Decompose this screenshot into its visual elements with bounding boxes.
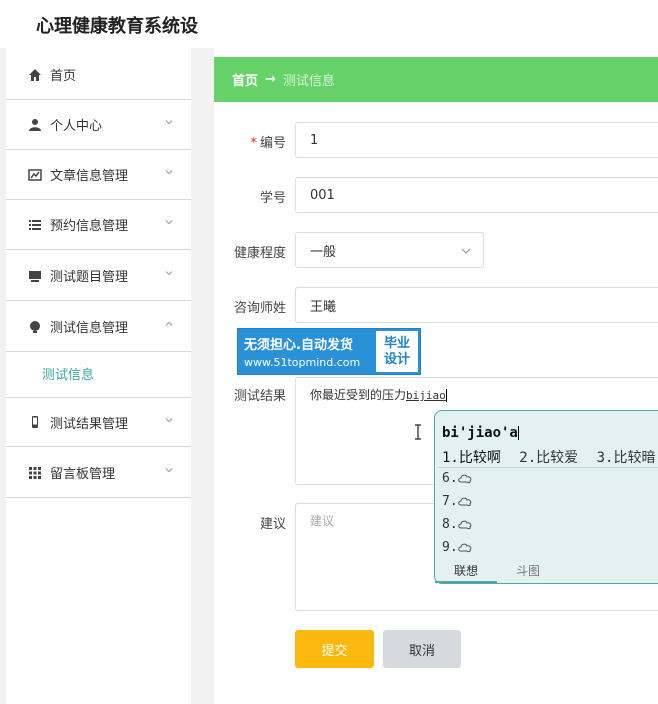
chevron-down-icon	[461, 248, 471, 254]
bianhao-input[interactable]: 1	[295, 122, 658, 158]
grid-icon	[28, 466, 42, 480]
breadcrumb: 首页 → 测试信息	[214, 57, 658, 102]
chevron-down-icon	[165, 220, 173, 225]
sidebar-subitem-label: 测试信息	[42, 367, 95, 383]
chevron-down-icon	[165, 170, 173, 175]
user-icon	[28, 118, 42, 132]
cancel-button[interactable]: 取消	[383, 630, 461, 668]
ad-banner-url: www.51topmind.com	[244, 356, 361, 369]
sidebar-item-article-management[interactable]: 文章信息管理	[6, 150, 191, 200]
ad-banner-badge-2: 设计	[383, 351, 410, 367]
ceshijieguo-label: 测试结果	[233, 389, 286, 404]
jianyi-placeholder: 建议	[310, 514, 335, 528]
required-mark: *	[250, 136, 257, 151]
cloud-icon	[457, 520, 471, 529]
ime-tab-meme[interactable]: 斗图	[497, 561, 559, 583]
chevron-down-icon	[165, 120, 173, 125]
submit-button[interactable]: 提交	[295, 630, 374, 668]
ime-candidate[interactable]: 1.比较啊	[442, 450, 501, 466]
top-bar: 心理健康教育系统设	[0, 0, 658, 48]
breadcrumb-arrow: →	[265, 72, 276, 87]
ime-emoji-slot[interactable]: 9.	[442, 540, 474, 555]
chevron-down-icon	[165, 271, 173, 276]
sidebar-item-question-management[interactable]: 测试题目管理	[6, 251, 191, 301]
chevron-down-icon	[165, 418, 173, 423]
chevron-up-icon	[165, 321, 173, 326]
chevron-down-icon	[165, 468, 173, 473]
sidebar-item-personal-center[interactable]: 个人中心	[6, 100, 191, 150]
home-icon	[28, 68, 42, 82]
sidebar-item-test-info-management[interactable]: 测试信息管理	[6, 302, 191, 352]
ime-composing-text: bijiao	[406, 389, 446, 402]
app-title: 心理健康教育系统设	[36, 16, 198, 37]
jianyi-label: 建议	[259, 517, 286, 532]
ime-candidate[interactable]: 2.比较爱	[519, 450, 578, 466]
text-cursor-icon	[415, 424, 421, 440]
breadcrumb-current: 测试信息	[282, 74, 335, 89]
ime-candidate-window: bi'jiao'a 1.比较啊 2.比较爱 3.比较暗 6. 7. 8. 9. …	[434, 410, 658, 584]
ad-banner-title: 无须担心.自动发货	[244, 338, 353, 353]
sidebar-subitem-test-info[interactable]: 测试信息	[6, 351, 191, 395]
cloud-icon	[457, 474, 471, 483]
zixunshi-input[interactable]: 王曦	[295, 287, 658, 323]
bianhao-label: * 编号	[250, 136, 286, 151]
ime-candidate-list: 1.比较啊 2.比较爱 3.比较暗	[442, 447, 658, 467]
jiankang-select[interactable]: 一般	[295, 232, 484, 268]
sidebar-item-home[interactable]: 首页	[6, 50, 191, 100]
sidebar: 首页 个人中心 文章信息管理 预约信息管理 测试题目管理 测试信息管理 测试信息…	[6, 48, 191, 704]
list-icon	[28, 218, 42, 232]
cloud-icon	[457, 497, 471, 506]
jiankang-label: 健康程度	[233, 246, 286, 261]
chart-icon	[28, 168, 42, 182]
zixunshi-label: 咨询师姓	[233, 301, 286, 316]
sidebar-item-appointment-management[interactable]: 预约信息管理	[6, 200, 191, 250]
sidebar-item-message-board-management[interactable]: 留言板管理	[6, 448, 191, 498]
xuehao-label: 学号	[259, 191, 286, 206]
mobile-icon	[28, 415, 42, 429]
ime-tab-association[interactable]: 联想	[435, 561, 497, 583]
ad-banner-badge-1: 毕业	[383, 335, 410, 351]
sidebar-item-label: 首页	[50, 69, 77, 84]
desktop-icon	[28, 269, 42, 283]
ime-emoji-slot[interactable]: 8.	[442, 517, 474, 532]
ime-emoji-slot[interactable]: 7.	[442, 494, 474, 509]
lightbulb-icon	[28, 320, 42, 334]
ad-banner[interactable]: 无须担心.自动发货 www.51topmind.com 毕业 设计	[237, 328, 421, 375]
cloud-icon	[457, 543, 471, 552]
ime-composition: bi'jiao'a	[442, 425, 519, 441]
xuehao-input[interactable]: 001	[295, 177, 658, 213]
ime-tabs: 联想 斗图	[435, 561, 658, 583]
sidebar-item-test-result-management[interactable]: 测试结果管理	[6, 397, 191, 447]
breadcrumb-home-link[interactable]: 首页	[232, 70, 258, 89]
ime-candidate[interactable]: 3.比较暗	[597, 450, 656, 466]
ime-emoji-slot[interactable]: 6.	[442, 471, 474, 486]
text-caret	[445, 389, 447, 402]
